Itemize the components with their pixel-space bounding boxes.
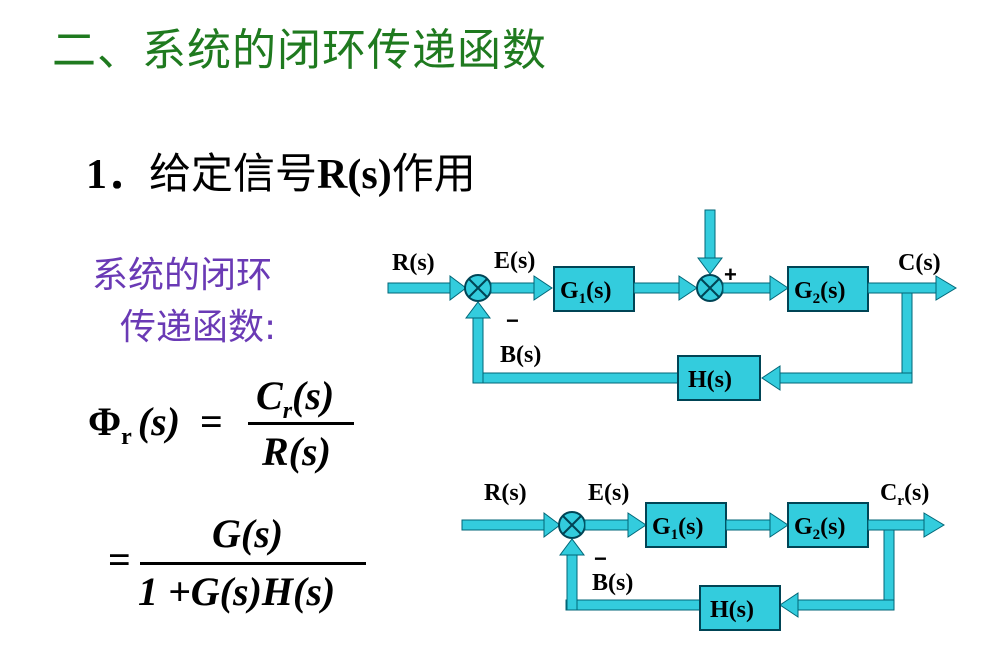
d1-g2-subscript: 2	[813, 291, 821, 307]
d1-sum-junction-2	[696, 274, 724, 302]
d2-g2-block: G2(s)	[787, 502, 869, 548]
d1-error-label: E(s)	[494, 248, 535, 274]
d1-disturbance-arrow	[697, 209, 723, 275]
d1-g1-subscript: 1	[579, 291, 587, 307]
d2-g1-letter: G	[652, 514, 671, 540]
d2-g2-letter: G	[794, 514, 813, 540]
d1-feedback-label: B(s)	[500, 342, 541, 368]
diagram-1: R(s) − E(s) G1(s) + G2(s) C(s) H(s) B(s)	[387, 209, 957, 401]
d1-g1-to-sum2-arrow	[633, 275, 698, 301]
slide: 二、系统的闭环传递函数 1．给定信号R(s)作用 系统的闭环 传递函数: Φr(…	[0, 0, 991, 670]
d2-g1-argument: (s)	[678, 514, 703, 540]
d2-h-label: H(s)	[710, 597, 754, 623]
d1-g1-argument: (s)	[586, 278, 611, 304]
d1-minus-sign: −	[506, 308, 519, 333]
d1-output-label: C(s)	[898, 250, 941, 276]
d2-output-arrow	[867, 512, 945, 538]
d2-g2-argument: (s)	[820, 514, 845, 540]
d2-feedback-label: B(s)	[592, 570, 633, 596]
block-diagrams: R(s) − E(s) G1(s) + G2(s) C(s) H(s) B(s)…	[387, 209, 957, 631]
d2-g1-to-g2-arrow	[725, 512, 789, 538]
d2-input-arrow	[461, 512, 561, 538]
d2-output-letter: C	[880, 480, 897, 506]
d1-sum-junction-1	[464, 274, 492, 302]
d2-error-label: E(s)	[588, 480, 629, 506]
d1-input-label: R(s)	[392, 250, 435, 276]
svg-text:G1(s): G1(s)	[560, 278, 612, 307]
d1-g1-letter: G	[560, 278, 579, 304]
d2-output-argument: (s)	[904, 480, 929, 506]
d1-g2-block: G2(s)	[787, 266, 869, 312]
d1-g2-argument: (s)	[820, 278, 845, 304]
svg-text:Cr(s): Cr(s)	[880, 480, 929, 509]
d1-h-block: H(s)	[677, 355, 761, 401]
d2-h-block: H(s)	[699, 585, 781, 631]
d1-error-arrow	[490, 275, 553, 301]
svg-text:G1(s): G1(s)	[652, 514, 704, 543]
diagram-2: R(s) − E(s) G1(s) G2(s) Cr(s) H(s) B(s)	[461, 480, 945, 631]
d1-input-arrow	[387, 275, 467, 301]
d1-g2-letter: G	[794, 278, 813, 304]
d2-input-label: R(s)	[484, 480, 527, 506]
d1-g1-block: G1(s)	[553, 266, 635, 312]
svg-text:G2(s): G2(s)	[794, 514, 846, 543]
d2-g1-subscript: 1	[671, 527, 679, 543]
d2-error-arrow	[584, 512, 647, 538]
d2-g1-block: G1(s)	[645, 502, 727, 548]
d2-minus-sign: −	[594, 546, 607, 571]
svg-text:G2(s): G2(s)	[794, 278, 846, 307]
d1-h-label: H(s)	[688, 367, 732, 393]
d2-g2-subscript: 2	[813, 527, 821, 543]
d2-sum-junction	[558, 511, 586, 539]
